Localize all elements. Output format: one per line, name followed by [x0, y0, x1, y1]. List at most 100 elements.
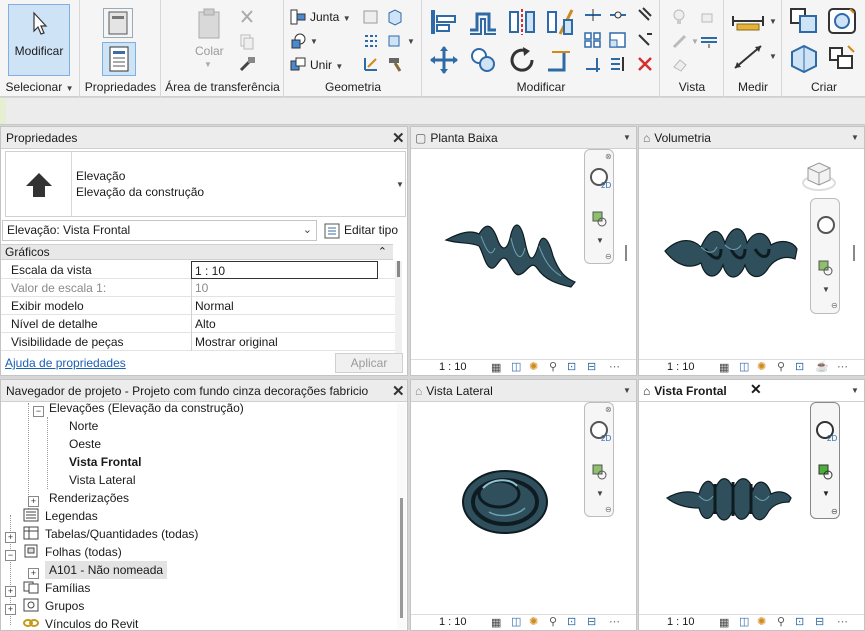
graphics-section-header[interactable]: Gráficos ⌃: [1, 244, 393, 260]
dimension-dropdown-icon[interactable]: ▼: [769, 52, 777, 61]
expand-toggle[interactable]: +: [5, 604, 16, 615]
more-controls-icon[interactable]: ⋯: [609, 615, 620, 628]
visual-style-icon[interactable]: ◫: [511, 615, 521, 628]
expand-toggle[interactable]: +: [28, 568, 39, 579]
wall-profile-icon[interactable]: [362, 55, 380, 73]
view-scale[interactable]: 1 : 10: [667, 361, 695, 373]
tree-item-vista-lateral[interactable]: Vista Lateral: [69, 471, 136, 489]
unite-button[interactable]: Unir ▼: [310, 58, 343, 72]
align-icon[interactable]: [428, 6, 460, 38]
shadows-icon[interactable]: ⚲: [777, 615, 785, 628]
view-scale-field[interactable]: 1 : 10: [191, 261, 378, 279]
rotate-icon[interactable]: [506, 44, 538, 76]
nav-options-icon[interactable]: ⊖: [831, 507, 838, 516]
instance-filter-select[interactable]: Elevação: Vista Frontal ⌄: [2, 220, 317, 241]
expand-toggle[interactable]: +: [5, 532, 16, 543]
copy-icon[interactable]: [238, 32, 256, 50]
create-similar-icon[interactable]: [826, 6, 858, 36]
view-scrollbar[interactable]: [853, 245, 855, 261]
view-menu-icon[interactable]: ▼: [623, 133, 631, 142]
show-crop-icon[interactable]: ⊟: [815, 615, 824, 628]
create-parts-icon[interactable]: [788, 42, 820, 74]
tree-item-elevations[interactable]: Elevações (Elevação da construção): [49, 403, 244, 417]
steering-wheel-icon[interactable]: 2D: [588, 166, 612, 190]
view-tab[interactable]: ⌂ Vista Lateral: [411, 380, 636, 402]
zoom-region-icon[interactable]: [817, 463, 835, 483]
properties-scrollbar[interactable]: [395, 261, 402, 353]
array-icon[interactable]: [583, 31, 603, 49]
close-nav-icon[interactable]: ⊗: [605, 405, 612, 414]
unpin-icon[interactable]: [635, 31, 655, 49]
crop-view-icon[interactable]: ⊡: [795, 615, 804, 628]
split-face-icon[interactable]: [386, 8, 404, 26]
zoom-dropdown-icon[interactable]: ▼: [596, 489, 604, 498]
aligned-dimension-icon[interactable]: [731, 42, 765, 72]
apply-button[interactable]: Aplicar: [335, 353, 403, 373]
override-graphics-icon[interactable]: [671, 32, 689, 50]
cope-icon[interactable]: [289, 8, 307, 26]
tree-item-schedules[interactable]: Tabelas/Quantidades (todas): [45, 525, 198, 543]
view-tab[interactable]: ⌂ Volumetria: [639, 127, 864, 149]
properties-button[interactable]: [102, 42, 136, 76]
measure-dropdown-icon[interactable]: ▼: [769, 17, 777, 26]
type-selector[interactable]: Elevação Elevação da construção ▼: [5, 151, 406, 217]
zoom-region-icon[interactable]: [591, 463, 609, 483]
crop-view-icon[interactable]: ⊡: [567, 615, 576, 628]
cut-icon[interactable]: [238, 8, 256, 26]
trim-multiple-icon[interactable]: [583, 55, 603, 73]
view-menu-icon[interactable]: ▼: [851, 133, 859, 142]
linework-icon[interactable]: [699, 32, 719, 50]
properties-help-link[interactable]: Ajuda de propriedades: [5, 356, 126, 370]
crop-view-icon[interactable]: ⊡: [795, 360, 804, 373]
show-crop-icon[interactable]: ⊟: [587, 360, 596, 373]
scale-icon[interactable]: [608, 31, 628, 49]
view-scale[interactable]: 1 : 10: [439, 361, 467, 373]
render-icon[interactable]: ☕: [815, 360, 829, 373]
close-icon[interactable]: ✕: [392, 129, 405, 147]
wall-joins-icon[interactable]: [362, 8, 380, 26]
view-menu-icon[interactable]: ▼: [851, 386, 859, 395]
nav-options-icon[interactable]: ⊖: [605, 505, 612, 514]
shadows-icon[interactable]: ⚲: [777, 360, 785, 373]
offset-icon[interactable]: [467, 6, 499, 38]
modify-button[interactable]: Modificar: [8, 4, 70, 76]
expand-toggle[interactable]: +: [28, 496, 39, 507]
view-menu-icon[interactable]: ▼: [623, 386, 631, 395]
expand-toggle[interactable]: +: [5, 586, 16, 597]
tree-item-norte[interactable]: Norte: [69, 417, 98, 435]
type-properties-icon[interactable]: [103, 8, 133, 38]
copy-element-icon[interactable]: [467, 44, 499, 76]
view-tab[interactable]: ▢ Planta Baixa: [411, 127, 636, 149]
trim-single-icon[interactable]: [608, 55, 628, 73]
demolish-icon[interactable]: [362, 32, 380, 50]
viewcube-icon[interactable]: [801, 159, 837, 193]
tree-item-legends[interactable]: Legendas: [45, 507, 98, 525]
shadows-icon[interactable]: ⚲: [549, 360, 557, 373]
override-dropdown-icon[interactable]: ▼: [691, 37, 699, 46]
split-gap-icon[interactable]: [608, 6, 628, 24]
detail-level-icon[interactable]: ▦: [719, 616, 729, 629]
zoom-dropdown-icon[interactable]: ▼: [822, 489, 830, 498]
view-window-floor-plan[interactable]: ▢ Planta Baixa ▼ ⊗ 2D ▼ ⊖ 1 : 10 ▦ ◫ ✺ ⚲ …: [410, 126, 637, 376]
delete-icon[interactable]: [635, 55, 655, 73]
split-element-icon[interactable]: [583, 6, 603, 24]
unite-icon[interactable]: [289, 55, 307, 73]
edit-type-button[interactable]: Editar tipo: [344, 223, 398, 237]
sun-path-icon[interactable]: ✺: [529, 615, 538, 628]
shadows-icon[interactable]: ⚲: [549, 615, 557, 628]
close-icon[interactable]: ✕: [392, 382, 405, 400]
mirror-draw-icon[interactable]: [544, 6, 576, 38]
hammer-icon[interactable]: [386, 55, 404, 73]
parts-visibility-field[interactable]: Mostrar original: [191, 333, 378, 351]
nav-options-icon[interactable]: ⊖: [605, 252, 612, 261]
sun-path-icon[interactable]: ✺: [529, 360, 538, 373]
cut-geometry-icon[interactable]: [289, 32, 307, 50]
more-controls-icon[interactable]: ⋯: [609, 360, 620, 373]
eraser-icon[interactable]: [671, 55, 689, 73]
zoom-dropdown-icon[interactable]: ▼: [596, 236, 604, 245]
tree-item-oeste[interactable]: Oeste: [69, 435, 101, 453]
more-controls-icon[interactable]: ⋯: [837, 615, 848, 628]
nav-options-icon[interactable]: ⊖: [831, 301, 838, 310]
collapse-toggle[interactable]: −: [33, 406, 44, 417]
visual-style-icon[interactable]: ◫: [511, 360, 521, 373]
